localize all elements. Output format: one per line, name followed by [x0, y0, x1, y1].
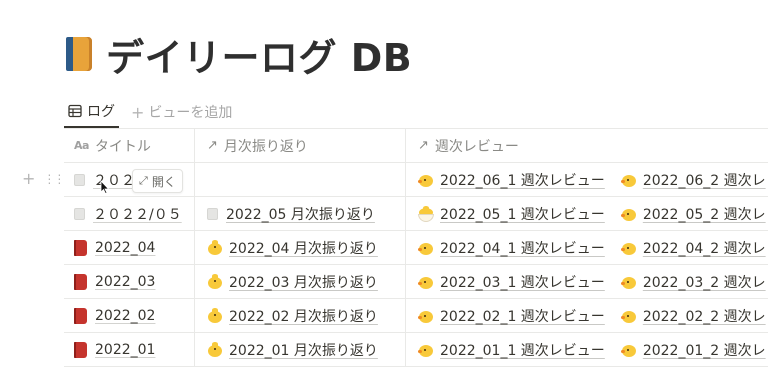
database-table: Aa タイトル ↗ 月次振り返り ↗ 週次レビュー ２０２ ⤢ 開く 2022_… [64, 128, 768, 367]
title-cell[interactable]: 2022_02 [64, 299, 195, 332]
document-icon [74, 207, 85, 220]
relation-arrow-icon: ↗ [418, 138, 429, 153]
red-book-icon [74, 341, 87, 358]
monthly-cell[interactable]: 2022_05 月次振り返り [195, 197, 406, 230]
add-view-label: ビューを追加 [148, 105, 233, 121]
chick-icon [418, 172, 434, 188]
title-cell[interactable]: 2022_03 [64, 265, 195, 298]
table-icon [68, 104, 82, 118]
monthly-cell[interactable]: 2022_04 月次振り返り [195, 231, 406, 264]
title-cell[interactable]: ２０２２/０５ [64, 197, 195, 230]
chick-icon [418, 274, 434, 290]
weekly-link[interactable]: 2022_04_1 週次レビュー [418, 238, 605, 258]
weekly-cell[interactable]: 2022_01_1 週次レビュー 2022_01_2 週次レ [406, 333, 768, 366]
chick-icon [620, 342, 637, 358]
weekly-link[interactable]: 2022_05_1 週次レビュー [418, 204, 605, 224]
row-handles: + ⋮⋮ [22, 162, 65, 195]
table-row[interactable]: 2022_04 2022_04 月次振り返り 2022_04_1 週次レビュー … [64, 231, 768, 265]
text-aa-icon: Aa [74, 139, 89, 152]
title-cell[interactable]: 2022_04 [64, 231, 195, 264]
weekly-cell[interactable]: 2022_06_1 週次レビュー 2022_06_2 週次レ [406, 163, 768, 196]
page-title[interactable]: デイリーログ DB [106, 27, 412, 82]
baby-chick-icon [207, 341, 223, 358]
page-header: デイリーログ DB [66, 28, 412, 80]
chick-icon [418, 240, 434, 256]
monthly-link[interactable]: 2022_02 月次振り返り [207, 306, 378, 326]
weekly-cell[interactable]: 2022_04_1 週次レビュー 2022_04_2 週次レ [406, 231, 768, 264]
weekly-link[interactable]: 2022_03_1 週次レビュー [418, 272, 605, 292]
monthly-cell[interactable]: 2022_01 月次振り返り [195, 333, 406, 366]
plus-icon: + [131, 102, 145, 122]
row-title[interactable]: 2022_03 [95, 274, 155, 290]
weekly-link[interactable]: 2022_02_2 週次レ [620, 306, 766, 326]
drag-handle-icon[interactable]: ⋮⋮ [43, 172, 65, 186]
monthly-link[interactable]: 2022_03 月次振り返り [207, 272, 378, 292]
baby-chick-icon [207, 273, 223, 290]
title-cell[interactable]: ２０２ ⤢ 開く [64, 163, 195, 196]
monthly-link[interactable]: 2022_05 月次振り返り [207, 204, 375, 224]
chick-icon [418, 342, 434, 358]
table-row[interactable]: ２０２ ⤢ 開く 2022_06_1 週次レビュー 2022_06_2 週次レ [64, 163, 768, 197]
orange-book-icon[interactable] [66, 35, 94, 73]
weekly-link[interactable]: 2022_04_2 週次レ [620, 238, 766, 258]
column-header-title[interactable]: Aa タイトル [64, 129, 195, 162]
weekly-link[interactable]: 2022_05_2 週次レ [620, 204, 766, 224]
title-cell[interactable]: 2022_01 [64, 333, 195, 366]
view-tabs: ログ + ビューを追加 [64, 96, 764, 128]
tab-log[interactable]: ログ [64, 96, 119, 128]
weekly-cell[interactable]: 2022_05_1 週次レビュー 2022_05_2 週次レ [406, 197, 768, 230]
weekly-link[interactable]: 2022_01_2 週次レ [620, 340, 766, 360]
weekly-link[interactable]: 2022_02_1 週次レビュー [418, 306, 605, 326]
document-icon [207, 207, 218, 220]
row-title[interactable]: ２０２２/０５ [93, 204, 182, 224]
weekly-link[interactable]: 2022_03_2 週次レ [620, 272, 766, 292]
weekly-link[interactable]: 2022_06_1 週次レビュー [418, 170, 605, 190]
mouse-cursor-icon [100, 180, 110, 194]
baby-chick-icon [207, 239, 223, 256]
weekly-cell[interactable]: 2022_02_1 週次レビュー 2022_02_2 週次レ [406, 299, 768, 332]
expand-arrow-icon: ⤢ [139, 174, 148, 187]
red-book-icon [74, 239, 87, 256]
hatching-chick-icon [418, 205, 434, 222]
add-view-button[interactable]: + ビューを追加 [131, 96, 232, 128]
chick-icon [620, 240, 637, 256]
column-header-monthly[interactable]: ↗ 月次振り返り [195, 129, 406, 162]
baby-chick-icon [207, 307, 223, 324]
chick-icon [620, 274, 637, 290]
table-row[interactable]: ２０２２/０５ 2022_05 月次振り返り 2022_05_1 週次レビュー … [64, 197, 768, 231]
red-book-icon [74, 307, 87, 324]
row-title[interactable]: 2022_01 [95, 342, 155, 358]
monthly-link[interactable]: 2022_01 月次振り返り [207, 340, 378, 360]
row-title[interactable]: 2022_02 [95, 308, 155, 324]
document-icon [74, 173, 85, 186]
relation-arrow-icon: ↗ [207, 138, 218, 153]
chick-icon [620, 206, 637, 222]
monthly-cell[interactable]: 2022_02 月次振り返り [195, 299, 406, 332]
weekly-cell[interactable]: 2022_03_1 週次レビュー 2022_03_2 週次レ [406, 265, 768, 298]
add-row-plus-icon[interactable]: + [22, 169, 35, 188]
monthly-cell[interactable] [195, 163, 406, 196]
table-row[interactable]: 2022_02 2022_02 月次振り返り 2022_02_1 週次レビュー … [64, 299, 768, 333]
row-title[interactable]: 2022_04 [95, 240, 155, 256]
table-row[interactable]: 2022_03 2022_03 月次振り返り 2022_03_1 週次レビュー … [64, 265, 768, 299]
weekly-link[interactable]: 2022_01_1 週次レビュー [418, 340, 605, 360]
table-header: Aa タイトル ↗ 月次振り返り ↗ 週次レビュー [64, 129, 768, 163]
weekly-link[interactable]: 2022_06_2 週次レ [620, 170, 766, 190]
column-header-weekly[interactable]: ↗ 週次レビュー [406, 129, 768, 162]
chick-icon [418, 308, 434, 324]
chick-icon [620, 172, 637, 188]
open-button[interactable]: ⤢ 開く [132, 169, 183, 193]
chick-icon [620, 308, 637, 324]
monthly-cell[interactable]: 2022_03 月次振り返り [195, 265, 406, 298]
table-row[interactable]: 2022_01 2022_01 月次振り返り 2022_01_1 週次レビュー … [64, 333, 768, 367]
red-book-icon [74, 273, 87, 290]
monthly-link[interactable]: 2022_04 月次振り返り [207, 238, 378, 258]
tab-log-label: ログ [87, 104, 115, 120]
